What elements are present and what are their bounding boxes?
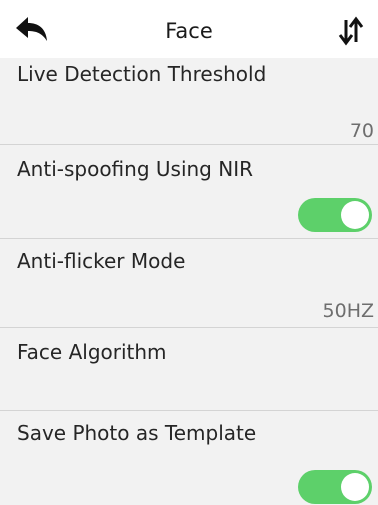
setting-label: Anti-flicker Mode — [17, 249, 186, 273]
setting-save-photo-template[interactable]: Save Photo as Template — [0, 411, 378, 505]
setting-label: Face Algorithm — [17, 340, 167, 364]
toggle-knob — [341, 473, 369, 501]
setting-label: Save Photo as Template — [17, 421, 257, 445]
setting-value: 70 — [349, 120, 374, 142]
sort-button[interactable] — [336, 16, 366, 46]
save-photo-toggle[interactable] — [298, 470, 372, 504]
header-bar: Face — [0, 0, 378, 58]
setting-anti-flicker-mode[interactable]: Anti-flicker Mode 50HZ — [0, 239, 378, 327]
setting-face-algorithm[interactable]: Face Algorithm — [0, 328, 378, 410]
anti-spoofing-toggle[interactable] — [298, 198, 372, 232]
setting-value: 50HZ — [322, 300, 374, 322]
setting-label: Live Detection Threshold — [17, 62, 267, 86]
setting-anti-spoofing-nir[interactable]: Anti-spoofing Using NIR — [0, 145, 378, 238]
setting-label: Anti-spoofing Using NIR — [17, 157, 253, 181]
page-title: Face — [165, 19, 213, 43]
setting-live-detection-threshold[interactable]: Live Detection Threshold 70 — [0, 58, 378, 144]
toggle-knob — [341, 201, 369, 229]
sort-icon — [338, 16, 364, 46]
